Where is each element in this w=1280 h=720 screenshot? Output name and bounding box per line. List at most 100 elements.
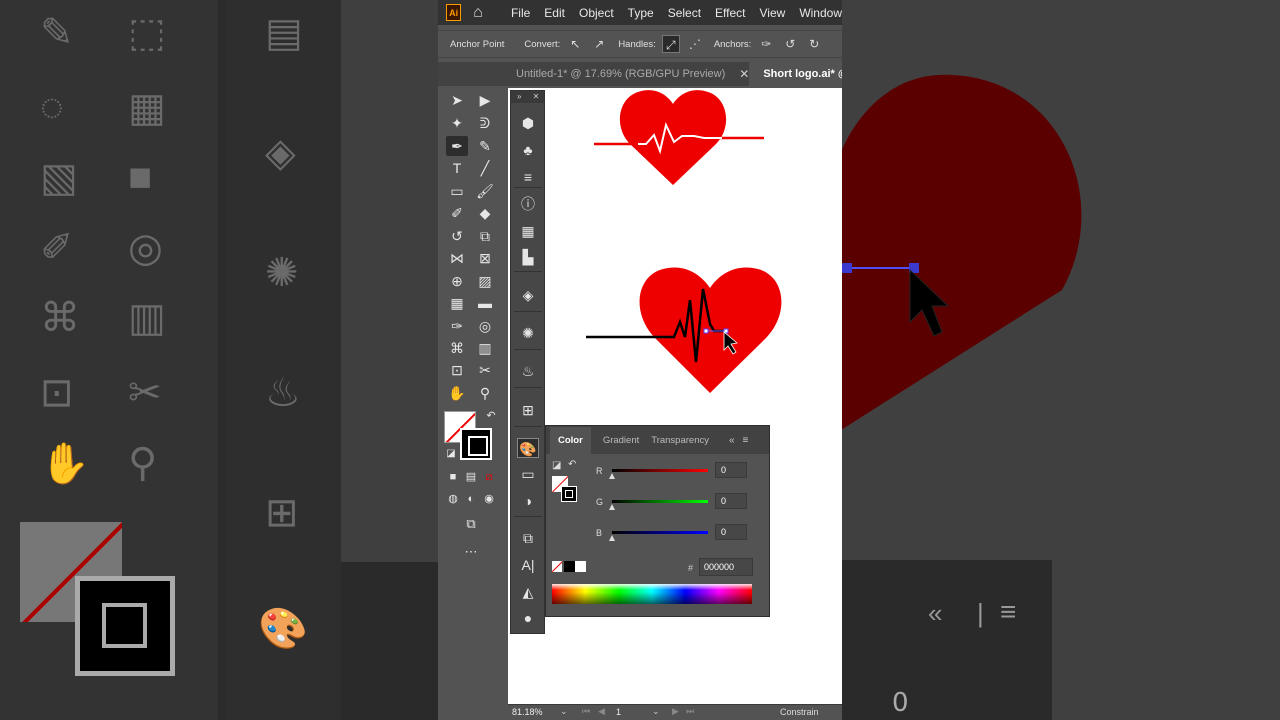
column-graph-tool-icon[interactable]: ▥ — [474, 338, 496, 358]
next-artboard-icon[interactable]: ▶ — [672, 706, 679, 717]
pen-tool-icon[interactable]: ✒ — [446, 136, 468, 156]
free-transform-tool-icon[interactable]: ⊠ — [474, 248, 496, 268]
hide-handles-icon[interactable]: ⋰ — [686, 35, 704, 53]
stroke-color-swatch[interactable] — [460, 428, 492, 460]
cut-path-icon[interactable]: ↻ — [805, 35, 823, 53]
default-fill-stroke-icon[interactable]: ◪ — [440, 444, 462, 464]
gradient-tool-icon[interactable]: ▬ — [474, 293, 496, 313]
align-panel-icon[interactable]: ▙ — [517, 247, 539, 267]
stroke-panel-icon[interactable]: ≡ — [517, 167, 539, 187]
channel-g-thumb[interactable] — [609, 504, 615, 510]
tab-gradient[interactable]: Gradient — [603, 435, 639, 446]
character-panel-icon[interactable]: A| — [517, 555, 539, 575]
hex-input[interactable]: 000000 — [699, 558, 753, 576]
screen-mode-icon[interactable]: ⧉ — [460, 514, 482, 534]
color-spectrum[interactable] — [552, 584, 752, 604]
draw-inside-icon[interactable]: ◉ — [478, 489, 500, 509]
tab-color[interactable]: Color — [550, 426, 591, 454]
convert-corner-icon[interactable]: ↖ — [566, 35, 584, 53]
menu-edit[interactable]: Edit — [544, 6, 565, 20]
graphic-styles-panel-icon[interactable]: ● — [517, 608, 539, 628]
channel-b-value[interactable]: 0 — [715, 524, 747, 540]
swap-fill-stroke-icon[interactable]: ↶ — [480, 406, 502, 426]
zoom-tool-icon[interactable]: ⚲ — [474, 383, 496, 403]
channel-b-slider[interactable] — [612, 531, 708, 534]
menu-window[interactable]: Window — [799, 6, 842, 20]
shaper-tool-icon[interactable]: ✐ — [446, 203, 468, 223]
none-mode-icon[interactable]: ⧄ — [478, 467, 500, 487]
direct-selection-tool-icon[interactable]: ▶ — [474, 90, 496, 110]
eraser-tool-icon[interactable]: ◆ — [474, 203, 496, 223]
transparency-panel-icon[interactable]: ◑ — [517, 491, 539, 511]
artboard-number[interactable]: 1 — [616, 707, 621, 717]
lasso-tool-icon[interactable]: ᕲ — [474, 113, 496, 133]
show-handles-icon[interactable]: ⤢ — [661, 35, 680, 53]
connect-anchor-icon[interactable]: ↺ — [781, 35, 799, 53]
edit-toolbar-icon[interactable]: ⋯ — [460, 542, 482, 562]
color-panel-icon[interactable]: 🎨 — [517, 438, 539, 458]
menu-type[interactable]: Type — [628, 6, 654, 20]
swap-colors-icon[interactable]: ↶ — [568, 459, 576, 470]
transform-panel-icon[interactable]: ⊞ — [517, 400, 539, 420]
menu-object[interactable]: Object — [579, 6, 614, 20]
tab-short-logo[interactable]: Short logo.ai* @ 8 — [749, 62, 842, 86]
first-artboard-icon[interactable]: ⏮ — [582, 706, 590, 717]
info-panel-icon[interactable]: ⓘ — [517, 194, 539, 214]
scale-tool-icon[interactable]: ⧉ — [474, 226, 496, 246]
zoom-dropdown-icon[interactable]: ⌄ — [560, 706, 568, 717]
selection-tool-icon[interactable]: ➤ — [446, 90, 468, 110]
artboard-dropdown-icon[interactable]: ⌄ — [652, 706, 660, 717]
curvature-tool-icon[interactable]: ✎ — [474, 136, 496, 156]
mesh-tool-icon[interactable]: ▦ — [446, 293, 468, 313]
width-tool-icon[interactable]: ⋈ — [446, 248, 468, 268]
channel-b-thumb[interactable] — [609, 535, 615, 541]
white-swatch[interactable] — [575, 561, 586, 572]
symbols-panel-icon[interactable]: ♣ — [517, 140, 539, 160]
tab-close-icon[interactable]: ✕ — [739, 67, 749, 81]
menu-view[interactable]: View — [760, 6, 786, 20]
paintbrush-tool-icon[interactable]: 🖌 — [474, 181, 496, 201]
layers-panel-icon[interactable]: ◈ — [517, 285, 539, 305]
pathfinder-panel-icon[interactable]: ⧉ — [517, 528, 539, 548]
channel-r-thumb[interactable] — [609, 473, 615, 479]
dock-header[interactable]: » ✕ — [511, 91, 544, 103]
black-swatch[interactable] — [564, 561, 575, 572]
brushes-panel-icon[interactable]: ♨ — [517, 361, 539, 381]
none-swatch[interactable] — [552, 561, 562, 572]
artboard-tool-icon[interactable]: ⊡ — [446, 360, 468, 380]
swatches-panel-icon[interactable]: ▦ — [517, 221, 539, 241]
rotate-tool-icon[interactable]: ↺ — [446, 226, 468, 246]
symbol-sprayer-tool-icon[interactable]: ⌘ — [446, 338, 468, 358]
shape-builder-tool-icon[interactable]: ⊕ — [446, 271, 468, 291]
zoom-level[interactable]: 81.18% — [512, 707, 543, 717]
eyedropper-tool-icon[interactable]: ✑ — [446, 316, 468, 336]
hand-tool-icon[interactable]: ✋ — [446, 383, 468, 403]
paragraph-panel-icon[interactable]: ◭ — [517, 582, 539, 602]
gradient-panel-icon[interactable]: ▭ — [517, 464, 539, 484]
panel-stroke-swatch[interactable] — [561, 486, 577, 502]
menu-effect[interactable]: Effect — [715, 6, 745, 20]
tab-untitled[interactable]: Untitled-1* @ 17.69% (RGB/GPU Preview) — [438, 62, 725, 86]
prev-artboard-icon[interactable]: ◀ — [598, 706, 605, 717]
menu-select[interactable]: Select — [668, 6, 701, 20]
3d-panel-icon[interactable]: ⬢ — [517, 113, 539, 133]
last-artboard-icon[interactable]: ⏭ — [686, 706, 694, 717]
line-tool-icon[interactable]: ╱ — [474, 158, 496, 178]
panel-collapse-icon[interactable]: « — [729, 435, 735, 446]
default-colors-icon[interactable]: ◪ — [552, 460, 561, 471]
rectangle-tool-icon[interactable]: ▭ — [446, 181, 468, 201]
channel-r-slider[interactable] — [612, 469, 708, 472]
type-tool-icon[interactable]: T — [446, 158, 468, 178]
appearance-panel-icon[interactable]: ✺ — [517, 323, 539, 343]
blend-tool-icon[interactable]: ◎ — [474, 316, 496, 336]
remove-anchor-icon[interactable]: ✑ — [757, 35, 775, 53]
panel-menu-icon[interactable]: ≡ — [743, 435, 749, 446]
channel-r-value[interactable]: 0 — [715, 462, 747, 478]
channel-g-slider[interactable] — [612, 500, 708, 503]
menu-file[interactable]: File — [511, 6, 530, 20]
tab-transparency[interactable]: Transparency — [651, 435, 709, 446]
slice-tool-icon[interactable]: ✂ — [474, 360, 496, 380]
home-icon[interactable]: ⌂ — [473, 4, 489, 22]
magic-wand-tool-icon[interactable]: ✦ — [446, 113, 468, 133]
perspective-grid-tool-icon[interactable]: ▨ — [474, 271, 496, 291]
